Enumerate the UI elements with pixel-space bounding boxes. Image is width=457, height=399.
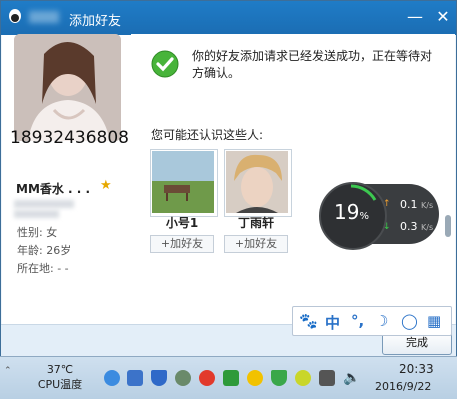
suggest-title: 您可能还认识这些人: <box>151 128 264 142</box>
suggestion-avatar[interactable] <box>150 149 218 217</box>
ime-paw-icon[interactable]: 🐾 <box>299 312 318 330</box>
age-info: 年龄: 26岁 <box>17 244 72 257</box>
close-button[interactable]: ✕ <box>433 8 453 28</box>
add-friend-button[interactable]: +加好友 <box>150 235 214 253</box>
ime-chinese-mode[interactable]: 中 <box>325 312 340 333</box>
clock-date[interactable]: 2016/9/22 <box>375 380 431 393</box>
ime-grid-icon[interactable]: ▦ <box>427 312 441 330</box>
ime-punct-mode[interactable]: °, <box>351 312 364 330</box>
location-info: 所在地: - - <box>17 262 69 275</box>
user-tray-icon[interactable] <box>175 370 191 386</box>
netease-music-icon[interactable] <box>199 370 215 386</box>
download-arrow-icon: ↓ <box>383 222 391 232</box>
title-account-blur <box>29 11 59 23</box>
minimize-button[interactable]: — <box>405 8 425 28</box>
qq-tray-icon[interactable] <box>247 370 263 386</box>
contact-avatar <box>14 34 121 141</box>
signature-blur <box>14 200 74 208</box>
add-friend-button[interactable]: +加好友 <box>224 235 288 253</box>
contact-nickname: MM香水 . . . <box>16 182 91 196</box>
taskbar-expand-icon[interactable]: ⌃ <box>4 366 12 376</box>
gender-info: 性别: 女 <box>17 226 58 239</box>
app-tray-icon[interactable] <box>127 370 143 386</box>
nvidia-icon[interactable] <box>223 370 239 386</box>
suggestion-name: 丁雨轩 <box>237 216 274 230</box>
ime-user-icon[interactable]: ◯ <box>401 312 418 330</box>
ime-toolbar: 🐾 中 °, ☽ ◯ ▦ <box>292 306 452 336</box>
phone-overlay-text: 18932436808 <box>10 128 129 148</box>
scrollbar-thumb[interactable] <box>445 215 451 237</box>
network-icon[interactable] <box>319 370 335 386</box>
success-check-icon <box>151 50 179 78</box>
clock-time[interactable]: 20:33 <box>399 362 434 376</box>
plus-tray-icon[interactable] <box>295 370 311 386</box>
suggestion-avatar[interactable] <box>224 149 292 217</box>
ime-moon-icon[interactable]: ☽ <box>375 312 388 330</box>
title-bar[interactable]: 添加好友 — ✕ <box>1 1 456 35</box>
security-shield-icon[interactable] <box>151 370 167 386</box>
suggestion-name: 小号1 <box>165 216 199 230</box>
star-icon: ★ <box>100 178 112 193</box>
upload-speed: 0.1 K/s <box>400 198 434 211</box>
browser-icon[interactable] <box>104 370 120 386</box>
360-shield-icon[interactable] <box>271 370 287 386</box>
cpu-temperature: 37℃ CPU温度 <box>37 363 83 391</box>
success-message: 你的好友添加请求已经发送成功，正在等待对方确认。 <box>192 49 433 80</box>
upload-arrow-icon: ↑ <box>383 199 391 209</box>
cpu-percent: 19% <box>334 200 369 224</box>
download-speed: 0.3 K/s <box>400 220 434 233</box>
window-title: 添加好友 <box>69 14 122 29</box>
signature-blur-2 <box>14 210 59 218</box>
volume-icon[interactable]: 🔈 <box>343 370 360 386</box>
qq-logo-icon <box>9 9 21 23</box>
